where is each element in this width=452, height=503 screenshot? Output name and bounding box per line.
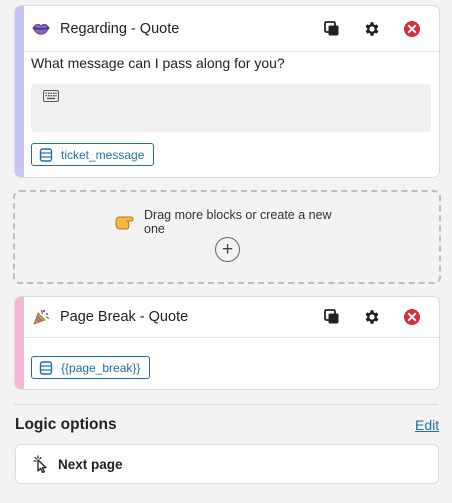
question-text: What message can I pass along for you? (31, 55, 285, 71)
block-title: Page Break - Quote (60, 309, 189, 325)
variable-chip-page-break[interactable]: {{page_break}} (31, 356, 151, 379)
block-title: Regarding - Quote (60, 20, 180, 37)
logic-option-next-page[interactable]: Next page (15, 444, 439, 484)
database-icon (39, 360, 53, 375)
gear-icon[interactable] (361, 306, 383, 328)
duplicate-icon[interactable] (321, 306, 343, 328)
dropzone-text: Drag more blocks or create a new one (144, 208, 332, 236)
add-block-button[interactable]: + (215, 237, 240, 262)
database-icon (39, 147, 53, 162)
logic-options-title: Logic options (15, 416, 117, 433)
keyboard-icon (43, 89, 59, 107)
delete-icon[interactable] (401, 306, 423, 328)
variable-name: {{page_break}} (61, 360, 141, 375)
block-header: Regarding - Quote (24, 6, 439, 52)
answer-input[interactable] (31, 84, 431, 132)
block-accent-bar (15, 297, 24, 389)
party-popper-icon (32, 308, 50, 326)
gear-icon[interactable] (361, 18, 383, 40)
block-dropzone[interactable]: Drag more blocks or create a new one + (13, 190, 441, 284)
block-accent-bar (15, 6, 24, 177)
cursor-click-icon (32, 455, 50, 473)
block-header: Page Break - Quote (24, 297, 439, 338)
duplicate-icon[interactable] (321, 18, 343, 40)
dropzone-hint: Drag more blocks or create a new one (115, 208, 355, 236)
lips-icon (32, 20, 50, 38)
logic-option-label: Next page (58, 456, 123, 472)
pointing-hand-icon (115, 211, 137, 233)
variable-name: ticket_message (61, 147, 145, 162)
logic-edit-link[interactable]: Edit (415, 417, 439, 433)
delete-icon[interactable] (401, 18, 423, 40)
section-divider (14, 404, 438, 405)
variable-chip-ticket-message[interactable]: ticket_message (31, 143, 155, 166)
